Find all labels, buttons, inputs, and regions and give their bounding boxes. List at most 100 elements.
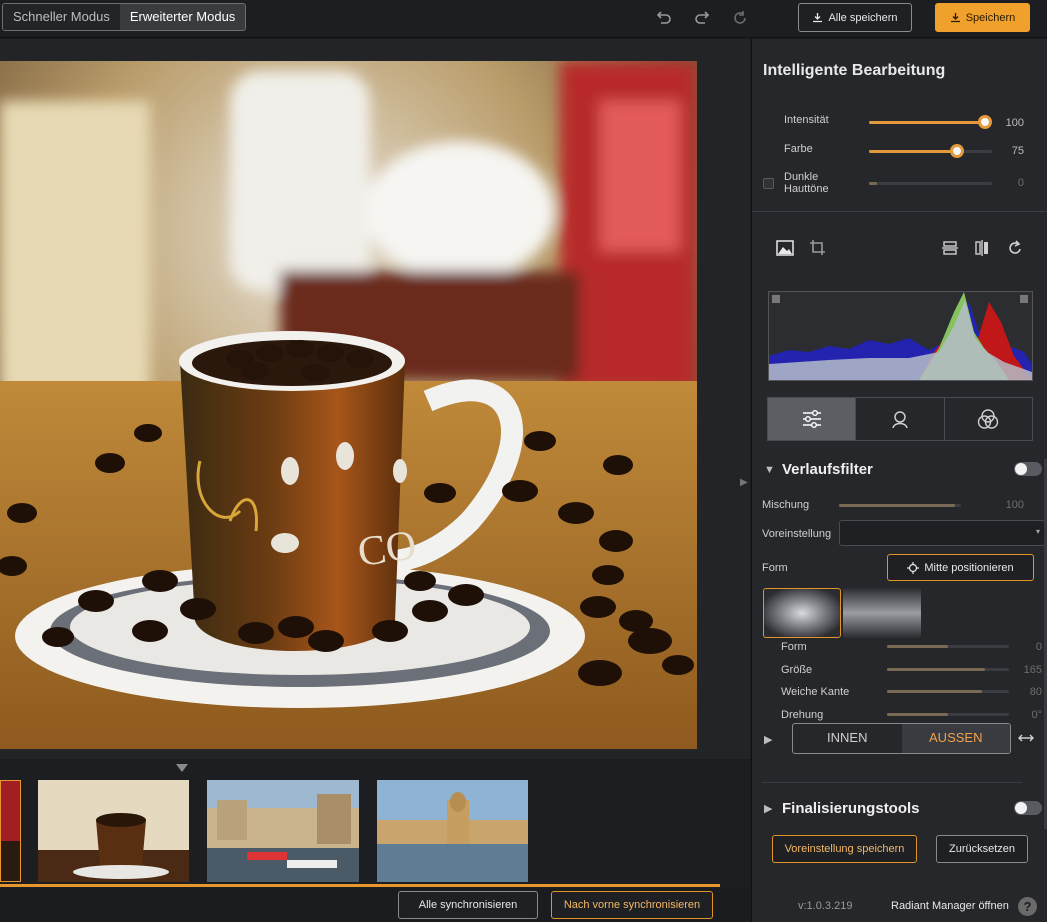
filmstrip-thumb-cathedral[interactable] bbox=[377, 780, 528, 882]
histogram bbox=[768, 291, 1033, 381]
divider bbox=[752, 211, 1047, 212]
soft-edge-slider[interactable] bbox=[887, 690, 1009, 693]
color-label: Farbe bbox=[784, 143, 813, 155]
form-slider[interactable] bbox=[887, 645, 1009, 648]
radial-shape-option[interactable] bbox=[763, 588, 841, 638]
form-label: Form bbox=[781, 641, 807, 653]
tab-portrait[interactable] bbox=[856, 398, 945, 440]
shape-label: Form bbox=[762, 562, 788, 574]
center-position-label: Mitte positionieren bbox=[924, 561, 1014, 574]
advanced-mode-tab[interactable]: Erweiterter Modus bbox=[119, 4, 246, 30]
filmstrip-thumb-coffee[interactable] bbox=[38, 780, 189, 882]
undo-icon[interactable] bbox=[655, 9, 673, 27]
sync-all-label: Alle synchronisieren bbox=[418, 899, 518, 911]
sync-forward-label: Nach vorne synchronisieren bbox=[563, 899, 701, 911]
rotation-label: Drehung bbox=[781, 709, 824, 721]
sync-all-button[interactable]: Alle synchronisieren bbox=[398, 891, 538, 919]
coffee-cup-photo: CO bbox=[0, 61, 697, 749]
flip-horizontal-icon[interactable] bbox=[974, 240, 990, 256]
dark-skin-checkbox[interactable] bbox=[763, 178, 774, 189]
color-value: 75 bbox=[1011, 145, 1024, 157]
image-canvas[interactable]: CO ▶ bbox=[0, 39, 750, 759]
filmstrip-thumb-prev[interactable] bbox=[0, 780, 21, 882]
chevron-down-icon: ▾ bbox=[1035, 527, 1040, 536]
image-icon[interactable] bbox=[776, 240, 794, 256]
flip-vertical-icon[interactable] bbox=[942, 240, 958, 256]
portrait-icon bbox=[892, 411, 908, 429]
mix-slider-fill bbox=[839, 504, 955, 507]
finishing-tools-title: Finalisierungstools bbox=[782, 800, 920, 817]
preset-select[interactable]: ▾ bbox=[839, 520, 1045, 546]
panel-collapse-arrow-icon[interactable]: ▶ bbox=[740, 477, 748, 488]
save-preset-label: Voreinstellung speichern bbox=[784, 843, 905, 855]
svg-text:CO: CO bbox=[355, 522, 419, 576]
dark-skin-slider-fill bbox=[869, 182, 877, 185]
divider bbox=[762, 782, 1022, 783]
save-all-label: Alle speichern bbox=[828, 11, 898, 24]
soft-edge-label: Weiche Kante bbox=[781, 686, 850, 698]
size-slider[interactable] bbox=[887, 668, 1009, 671]
save-all-button[interactable]: Alle speichern bbox=[798, 3, 912, 32]
gradient-filter-title: Verlaufsfilter bbox=[782, 461, 873, 478]
photo-preview[interactable]: CO bbox=[0, 61, 697, 749]
color-slider[interactable] bbox=[869, 144, 992, 158]
reset-icon[interactable] bbox=[731, 9, 749, 27]
redo-icon[interactable] bbox=[693, 9, 711, 27]
intensity-value: 100 bbox=[1005, 117, 1024, 129]
rotate-icon[interactable] bbox=[1007, 240, 1023, 256]
rotation-slider[interactable] bbox=[887, 713, 1009, 716]
gradient-filter-toggle[interactable] bbox=[1014, 462, 1042, 476]
filmstrip-thumb-harbor[interactable] bbox=[207, 780, 359, 882]
help-icon[interactable]: ? bbox=[1018, 897, 1037, 916]
rotation-value: 0° bbox=[1031, 709, 1042, 721]
play-triangle-icon[interactable]: ▶ bbox=[764, 733, 772, 746]
crop-icon[interactable] bbox=[809, 239, 826, 256]
target-icon bbox=[907, 561, 920, 574]
inside-outside-toggle: INNEN AUSSEN bbox=[792, 723, 1011, 754]
filmstrip-progress-line bbox=[0, 884, 720, 887]
size-value: 165 bbox=[1023, 664, 1042, 676]
mix-value: 100 bbox=[1005, 499, 1024, 511]
tab-adjustments[interactable] bbox=[768, 398, 857, 440]
top-toolbar: Schneller Modus Erweiterter Modus Alle s… bbox=[0, 0, 1047, 38]
filmstrip-position-marker-icon bbox=[176, 764, 188, 772]
color-slider-fill bbox=[869, 150, 957, 153]
linear-shape-option[interactable] bbox=[843, 588, 921, 638]
open-manager-link[interactable]: Radiant Manager öffnen bbox=[891, 900, 1009, 912]
adjustment-tab-bar bbox=[767, 397, 1033, 441]
sync-forward-button[interactable]: Nach vorne synchronisieren bbox=[551, 891, 713, 919]
soft-edge-slider-fill bbox=[887, 690, 982, 693]
intensity-slider-knob[interactable] bbox=[978, 115, 992, 129]
download-icon bbox=[813, 13, 823, 23]
mode-switcher: Schneller Modus Erweiterter Modus bbox=[2, 3, 247, 31]
intensity-slider[interactable] bbox=[869, 115, 992, 129]
panel-title: Intelligente Bearbeitung bbox=[763, 62, 946, 79]
dark-skin-slider[interactable] bbox=[869, 182, 992, 185]
version-text: v:1.0.3.219 bbox=[798, 900, 853, 912]
save-label: Speichern bbox=[965, 11, 1016, 24]
form-slider-fill bbox=[887, 645, 948, 648]
quick-mode-tab[interactable]: Schneller Modus bbox=[3, 4, 120, 30]
color-slider-knob[interactable] bbox=[950, 144, 964, 158]
intensity-label: Intensität bbox=[784, 114, 829, 126]
swap-arrows-icon[interactable] bbox=[1018, 732, 1034, 744]
save-button[interactable]: Speichern bbox=[935, 3, 1030, 32]
tab-color[interactable] bbox=[945, 398, 1032, 440]
reset-button[interactable]: Zurücksetzen bbox=[936, 835, 1028, 863]
preset-label: Voreinstellung bbox=[762, 528, 832, 540]
center-position-button[interactable]: Mitte positionieren bbox=[887, 554, 1034, 581]
reset-label: Zurücksetzen bbox=[948, 843, 1016, 855]
form-value: 0 bbox=[1035, 641, 1042, 653]
intensity-slider-fill bbox=[869, 121, 985, 124]
mix-slider[interactable] bbox=[839, 504, 961, 507]
outside-option[interactable]: AUSSEN bbox=[901, 724, 1010, 753]
dark-skin-value: 0 bbox=[1017, 177, 1024, 189]
size-label: Größe bbox=[781, 664, 813, 676]
inside-option[interactable]: INNEN bbox=[793, 724, 902, 753]
color-circles-icon bbox=[978, 409, 999, 429]
save-preset-button[interactable]: Voreinstellung speichern bbox=[772, 835, 917, 863]
history-controls bbox=[655, 9, 769, 27]
expand-triangle-icon[interactable]: ▶ bbox=[764, 802, 772, 815]
expand-triangle-icon[interactable]: ▼ bbox=[764, 464, 775, 476]
finishing-tools-toggle[interactable] bbox=[1014, 801, 1042, 815]
